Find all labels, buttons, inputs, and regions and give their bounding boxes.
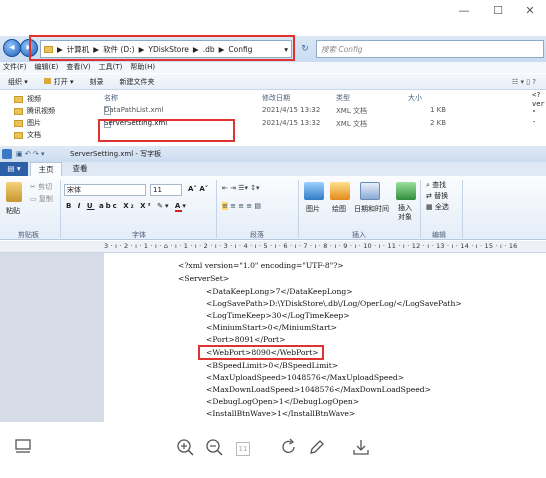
- file-highlight: [98, 119, 235, 142]
- font-group-label: 字体: [132, 231, 146, 239]
- paragraph-group-label: 段落: [250, 231, 264, 239]
- document-line: <DebugLogOpen>1</DebugLogOpen>: [206, 397, 360, 406]
- tab-view[interactable]: 查看: [66, 162, 94, 176]
- format-buttons[interactable]: B I U abc X₂ X² ✎▾ A▾: [66, 202, 188, 212]
- open-icon: [43, 77, 51, 84]
- column-size[interactable]: 大小: [408, 93, 422, 103]
- cut-button[interactable]: ✂ 剪切: [30, 182, 52, 192]
- view-options-icon[interactable]: ☷ ▾ ▯ ?: [512, 78, 536, 86]
- calendar-icon[interactable]: [360, 182, 380, 200]
- ruler-scale: 3 · ı · 2 · ı · 1 · ı · ⌂ · ı · 1 · ı · …: [104, 242, 518, 250]
- nav-item-documents[interactable]: 文档: [14, 130, 41, 140]
- find-button[interactable]: ⌕ 查找: [426, 180, 446, 190]
- folder-icon: [14, 107, 23, 115]
- webport-highlight: [198, 345, 324, 360]
- maximize-icon[interactable]: ☐: [488, 4, 508, 17]
- document-line: <ServerSet>: [178, 274, 230, 283]
- replace-button[interactable]: ⇄ 替换: [426, 191, 448, 201]
- clipboard-group-label: 剪贴板: [18, 231, 39, 239]
- indent-list-buttons[interactable]: ⇤ ⇥ ☰▾ ↕▾: [222, 184, 260, 192]
- menu-bar: 文件(F) 编辑(E) 查看(V) 工具(T) 帮助(H): [0, 62, 546, 73]
- quick-access-icons[interactable]: ▣ ↶ ↷ ▾: [16, 146, 45, 162]
- grow-shrink-font-buttons[interactable]: A˄ A˅: [188, 185, 208, 193]
- document-line: <MaxUploadSpeed>1048576</MaxUploadSpeed>: [206, 373, 405, 382]
- nav-item-tencent-video[interactable]: 腾讯视频: [14, 106, 55, 116]
- folder-icon: [14, 131, 23, 139]
- refresh-icon[interactable]: ↻: [298, 40, 312, 58]
- select-all-button[interactable]: ▦ 全选: [426, 202, 449, 212]
- wordpad-window: ▣ ↶ ↷ ▾ ServerSetting.xml - 写字板 ▤ ▾ 主页 查…: [0, 146, 546, 422]
- thumbnail-icon[interactable]: [12, 438, 34, 460]
- datetime-button[interactable]: 日期和时间: [354, 204, 389, 214]
- edit-pen-icon[interactable]: [306, 438, 328, 460]
- window-title: ServerSetting.xml - 写字板: [70, 150, 162, 158]
- nav-item-pictures[interactable]: 图片: [14, 118, 41, 128]
- object-icon[interactable]: [396, 182, 416, 200]
- new-folder-button[interactable]: 新建文件夹: [120, 77, 155, 87]
- ribbon: 粘贴 ✂ 剪切 ▭ 复制 剪贴板 宋体 11 A˄ A˅ B I U abc X…: [0, 176, 546, 240]
- ribbon-tabs: ▤ ▾ 主页 查看: [0, 162, 546, 176]
- column-date[interactable]: 修改日期: [262, 93, 290, 103]
- burn-button[interactable]: 刻录: [90, 77, 104, 87]
- nav-item-videos[interactable]: 视频: [14, 94, 41, 104]
- file-row[interactable]: DataPathList.xml 2021/4/15 13:32 XML 文档 …: [96, 106, 532, 117]
- font-name-select[interactable]: 宋体: [64, 184, 146, 196]
- picture-button[interactable]: 图片: [306, 204, 320, 214]
- close-icon[interactable]: ✕: [520, 4, 540, 17]
- paint-icon[interactable]: [330, 182, 350, 200]
- document-line: <MaxDownLoadSpeed>1048576</MaxDownLoadSp…: [206, 385, 431, 394]
- folder-icon: [14, 119, 23, 127]
- paste-icon[interactable]: [6, 182, 22, 202]
- document-line: <LogSavePath>D:\YDiskStore\.db\/Log/Oper…: [206, 299, 462, 308]
- paste-button[interactable]: 粘贴: [6, 206, 20, 216]
- wordpad-app-icon: [2, 149, 12, 159]
- menu-tools[interactable]: 工具(T): [99, 62, 123, 73]
- paint-button[interactable]: 绘图: [332, 204, 346, 214]
- document-line: <InstallBtnWave>1</InstallBtnWave>: [206, 409, 356, 418]
- command-bar: 组织 ▾ 打开 ▾ 刻录 新建文件夹 ☷ ▾ ▯ ?: [0, 74, 546, 90]
- app-menu-button[interactable]: ▤ ▾: [0, 162, 28, 176]
- zoom-in-icon[interactable]: [174, 438, 196, 460]
- title-bar: ▣ ↶ ↷ ▾ ServerSetting.xml - 写字板: [0, 146, 546, 162]
- alignment-buttons[interactable]: ≡ ≡ ≡ ≡ ▤: [222, 202, 261, 210]
- document-page[interactable]: <?xml version="1.0" encoding="UTF-8"?> <…: [104, 253, 546, 422]
- picture-icon[interactable]: [304, 182, 324, 200]
- document-line: <?xml version="1.0" encoding="UTF-8"?>: [178, 261, 344, 270]
- viewer-toolbar: 11: [0, 422, 546, 478]
- editing-group-label: 编辑: [432, 231, 446, 239]
- document-line: <MiniumStart>0</MiniumStart>: [206, 323, 337, 332]
- menu-file[interactable]: 文件(F): [3, 62, 27, 73]
- zoom-out-icon[interactable]: [203, 438, 225, 460]
- insert-object-button[interactable]: 插入对象: [398, 204, 414, 222]
- menu-view[interactable]: 查看(V): [66, 62, 90, 73]
- document-area: <?xml version="1.0" encoding="UTF-8"?> <…: [0, 253, 546, 422]
- rotate-icon[interactable]: [278, 438, 300, 460]
- document-line: <BSpeedLimit>0</BSpeedLimit>: [206, 361, 339, 370]
- organize-button[interactable]: 组织 ▾: [8, 77, 28, 87]
- folder-icon: [14, 95, 23, 103]
- insert-group-label: 插入: [352, 231, 366, 239]
- tab-home[interactable]: 主页: [30, 162, 62, 176]
- download-icon[interactable]: [350, 438, 372, 460]
- document-line: <DataKeepLong>7</DataKeepLong>: [206, 287, 353, 296]
- menu-edit[interactable]: 编辑(E): [35, 62, 59, 73]
- menu-help[interactable]: 帮助(H): [130, 62, 155, 73]
- screenshot-viewer: — ☐ ✕ ◂ ▸ ▶ 计算机 ▶ 软件 (D:) ▶ YDiskStore ▶…: [0, 0, 546, 478]
- open-button[interactable]: 打开 ▾: [43, 77, 74, 87]
- navigation-pane: 视频 腾讯视频 图片 文档: [0, 91, 96, 146]
- page-indicator[interactable]: 11: [232, 438, 254, 460]
- document-line: <Port>8091</Port>: [206, 335, 286, 344]
- search-input[interactable]: 搜索 Config: [316, 40, 544, 58]
- preview-pane: <? ver " -: [532, 91, 545, 126]
- font-size-select[interactable]: 11: [150, 184, 182, 196]
- address-bar-highlight: [29, 35, 295, 61]
- copy-button[interactable]: ▭ 复制: [30, 194, 53, 204]
- minimize-icon[interactable]: —: [454, 4, 474, 17]
- column-name[interactable]: 名称: [104, 93, 118, 103]
- column-type[interactable]: 类型: [336, 93, 350, 103]
- back-icon[interactable]: ◂: [3, 39, 21, 57]
- ruler[interactable]: 3 · ı · 2 · ı · 1 · ı · ⌂ · ı · 1 · ı · …: [0, 241, 546, 253]
- document-line: <LogTimeKeep>30</LogTimeKeep>: [206, 311, 350, 320]
